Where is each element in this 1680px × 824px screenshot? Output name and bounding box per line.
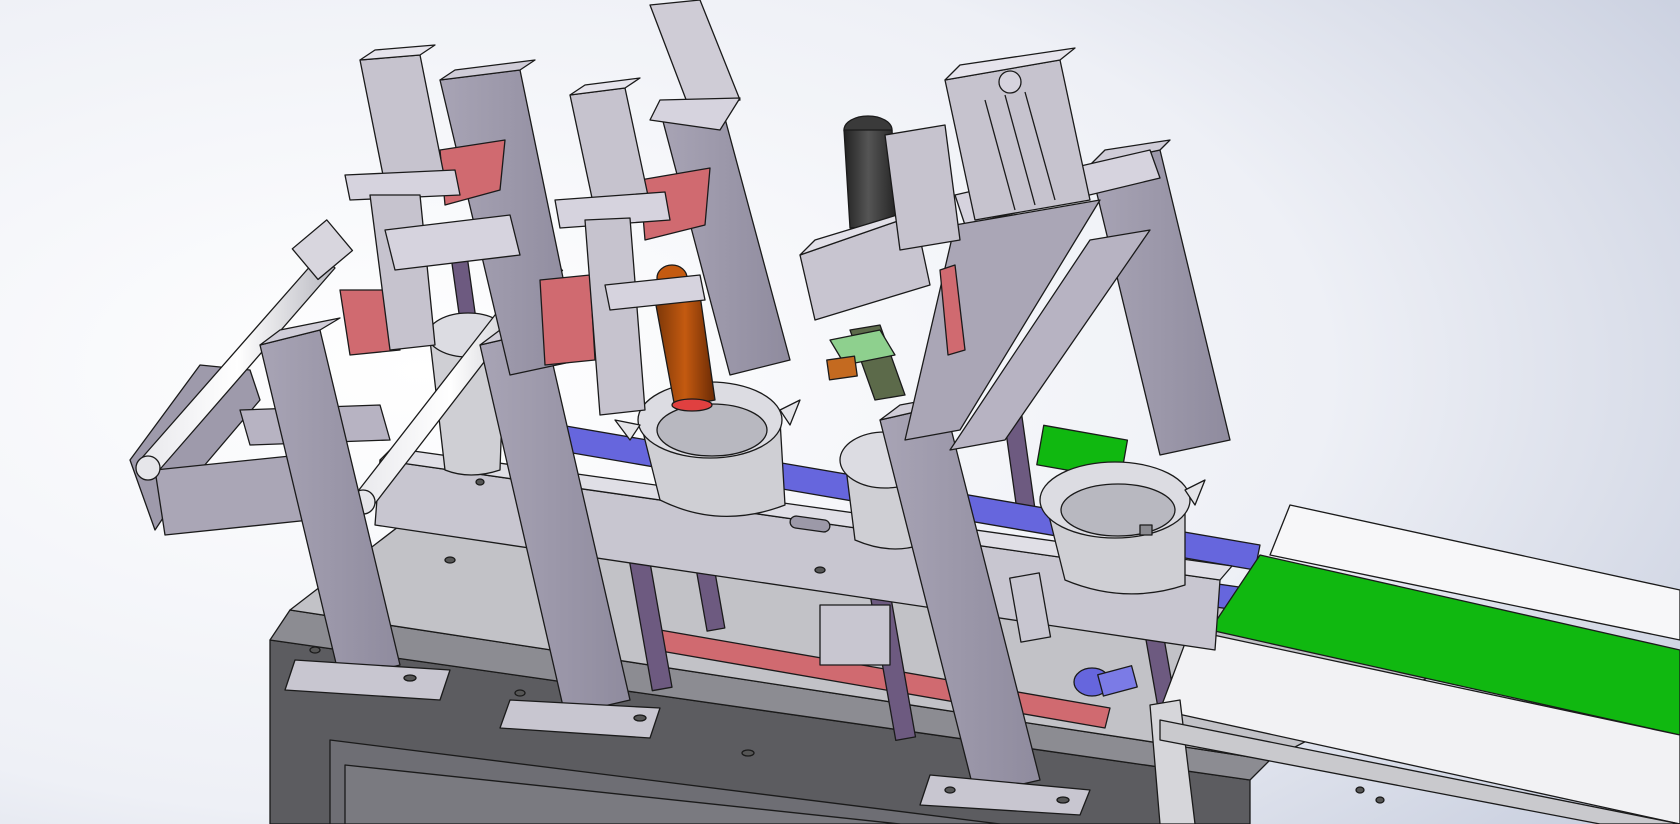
machine-assembly-model (0, 0, 1680, 824)
sensor-block (826, 355, 858, 381)
cup-3 (1039, 461, 1206, 595)
cad-viewport[interactable] (0, 0, 1680, 824)
mount-plate (819, 604, 891, 666)
